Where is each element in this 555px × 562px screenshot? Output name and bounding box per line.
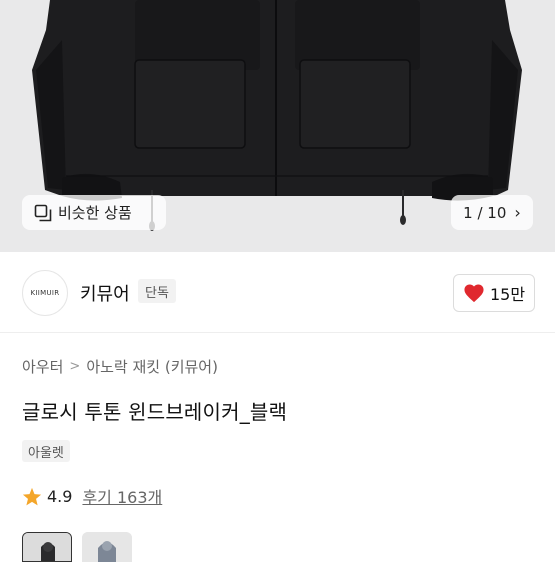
color-option-gray[interactable] <box>82 532 132 562</box>
breadcrumb: 아우터 > 아노락 재킷 (키뮤어) <box>22 356 218 377</box>
like-count: 15만 <box>489 285 526 304</box>
star-icon <box>22 487 42 505</box>
image-counter-button[interactable]: 1 / 10 › <box>451 195 533 230</box>
brand-logo-text: KIIMUIR <box>30 289 60 297</box>
exclusive-badge: 단독 <box>138 279 176 303</box>
similar-products-button[interactable]: 비슷한 상품 <box>22 195 166 230</box>
black-jacket-thumbnail <box>23 533 71 561</box>
similar-items-icon <box>34 204 52 221</box>
product-image-carousel[interactable]: 비슷한 상품 1 / 10 › <box>0 0 555 252</box>
breadcrumb-separator-icon: > <box>69 359 81 374</box>
rating-score: 4.9 <box>47 486 73 506</box>
rating-summary: 4.9 후기 163개 <box>22 484 162 508</box>
breadcrumb-category[interactable]: 아우터 <box>22 356 63 377</box>
like-button[interactable]: 15만 <box>453 274 535 312</box>
breadcrumb-subcategory[interactable]: 아노락 재킷 (키뮤어) <box>86 356 218 377</box>
product-title: 글로시 투톤 윈드브레이커_블랙 <box>22 400 288 424</box>
brand-row: KIIMUIR 키뮤어 단독 15만 <box>0 252 555 332</box>
similar-products-label: 비슷한 상품 <box>58 204 132 222</box>
image-counter: 1 / 10 <box>463 203 507 222</box>
brand-name-link[interactable]: 키뮤어 <box>80 280 130 306</box>
reviews-link[interactable]: 후기 163개 <box>82 484 162 508</box>
color-option-black[interactable] <box>22 532 72 562</box>
gray-jacket-thumbnail <box>82 532 132 562</box>
outlet-badge: 아울렛 <box>22 440 70 462</box>
section-divider <box>0 332 555 333</box>
chevron-right-icon: › <box>514 203 521 222</box>
brand-logo[interactable]: KIIMUIR <box>22 270 68 316</box>
heart-icon <box>464 284 484 303</box>
